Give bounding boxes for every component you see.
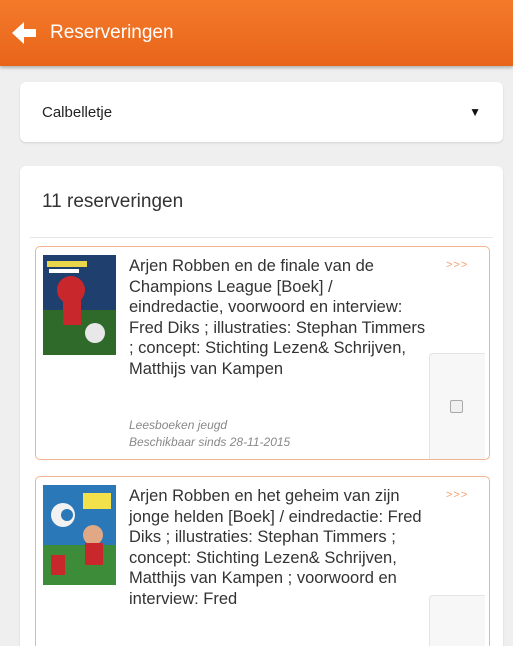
select-panel	[429, 595, 485, 646]
select-checkbox[interactable]	[450, 400, 463, 413]
reservations-count: 11 reserveringen	[42, 191, 184, 212]
details-link[interactable]: >>>	[446, 259, 468, 271]
location-select-value: Calbelletje	[42, 103, 113, 121]
reservation-availability: Beschikbaar sinds 28-11-2015	[129, 435, 291, 449]
location-select[interactable]: Calbelletje ▼	[20, 82, 503, 142]
reservation-title: Arjen Robben en het geheim van zijn jong…	[129, 487, 422, 608]
select-panel	[429, 353, 485, 459]
reservation-item[interactable]: Arjen Robben en de finale van de Champio…	[35, 246, 490, 460]
reservation-item[interactable]: Arjen Robben en het geheim van zijn jong…	[35, 476, 490, 646]
dropdown-arrow-icon: ▼	[469, 105, 481, 119]
page-title: Reserveringen	[50, 22, 174, 43]
back-button[interactable]	[0, 0, 46, 66]
reservations-card: 11 reserveringen Arjen Robben en de fina…	[20, 166, 503, 646]
details-link[interactable]: >>>	[446, 489, 468, 501]
book-cover-image	[43, 485, 116, 585]
app-header: Reserveringen	[0, 0, 513, 66]
reservation-title: Arjen Robben en de finale van de Champio…	[129, 257, 426, 378]
book-cover-image	[43, 255, 116, 355]
reservation-category: Leesboeken jeugd	[129, 418, 228, 432]
arrow-left-icon	[12, 22, 36, 44]
divider	[30, 237, 493, 238]
